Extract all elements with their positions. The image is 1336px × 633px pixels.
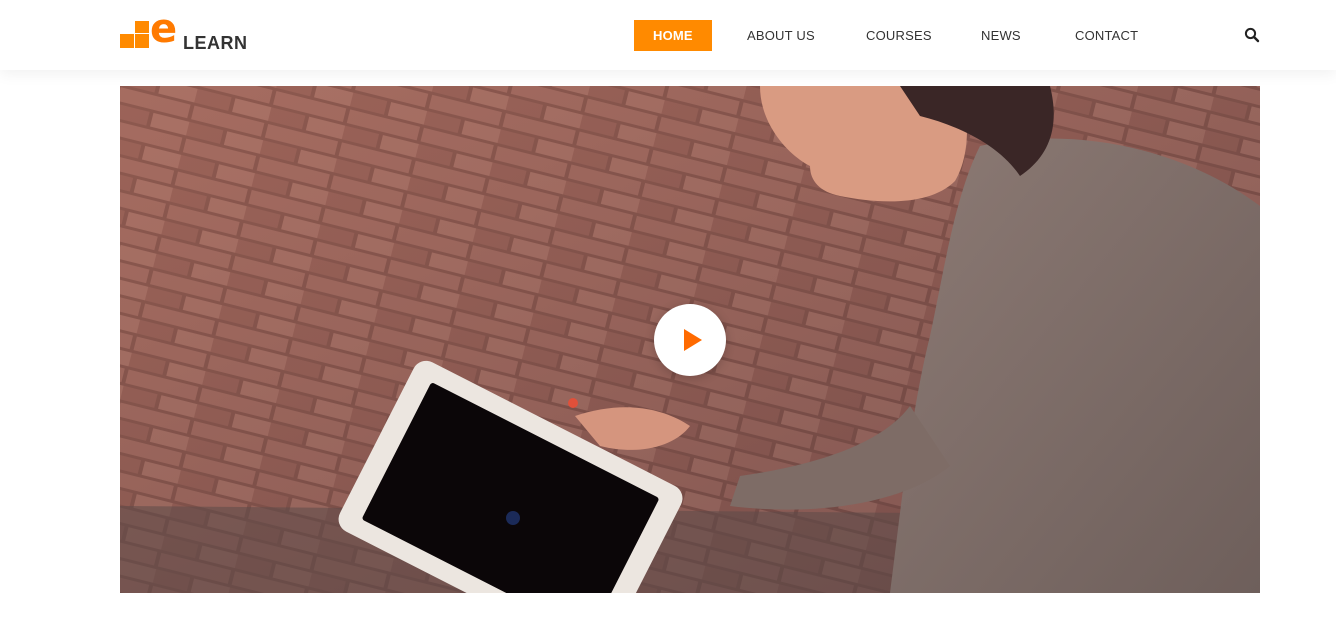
nav-about-us[interactable]: ABOUT US [747,20,815,51]
nav-news[interactable]: NEWS [981,20,1021,51]
hero-video [120,86,1260,593]
site-header: e LEARN HOME ABOUT US COURSES NEWS CONTA… [0,0,1336,70]
nav-home[interactable]: HOME [634,20,712,51]
site-logo[interactable]: e LEARN [120,9,260,54]
logo-square [135,21,149,33]
logo-square [120,34,134,48]
logo-mark: e [120,9,184,52]
logo-wordmark: LEARN [183,33,248,53]
nav-courses[interactable]: COURSES [866,20,932,51]
search-icon[interactable] [1244,27,1260,43]
play-icon [684,329,702,351]
play-video-button[interactable] [654,304,726,376]
nav-contact[interactable]: CONTACT [1075,20,1138,51]
logo-square [135,34,149,48]
logo-letter: e [150,6,178,52]
